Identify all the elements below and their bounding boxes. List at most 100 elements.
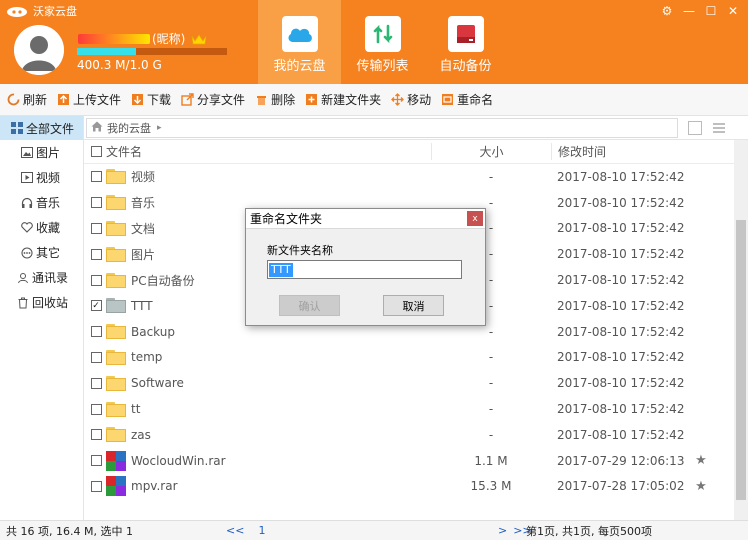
rename-label: 重命名 [457, 93, 494, 107]
row-checkbox[interactable] [90, 429, 102, 441]
row-checkbox[interactable] [90, 377, 102, 389]
file-name-cell[interactable]: WocloudWin.rar [104, 450, 431, 471]
row-checkbox[interactable] [90, 455, 102, 467]
file-name-cell[interactable]: Backup [104, 324, 431, 340]
dialog-close-button[interactable]: x [467, 211, 483, 226]
file-name-cell[interactable]: Software [104, 375, 431, 391]
table-row[interactable]: tt - 2017-08-10 17:52:42 [84, 396, 734, 422]
row-checkbox[interactable] [90, 171, 102, 183]
row-checkbox[interactable]: ✓ [90, 300, 102, 312]
file-size: - [488, 376, 494, 391]
row-checkbox[interactable] [90, 480, 102, 492]
sidebar-item-label: 音乐 [36, 196, 61, 210]
file-name-cell[interactable]: zas [104, 427, 431, 443]
tab-transfer-list[interactable]: 传输列表 [341, 0, 424, 84]
sidebar-item-favorites[interactable]: 收藏 [0, 215, 83, 240]
file-date: 2017-08-10 17:52:42 [557, 350, 685, 365]
refresh-button[interactable]: 刷新 [6, 89, 47, 111]
sidebar-item-videos[interactable]: 视频 [0, 165, 83, 190]
settings-icon[interactable]: ⚙ [656, 2, 678, 20]
list-view-icon[interactable] [712, 121, 726, 135]
folder-name-value[interactable]: TTT [269, 262, 293, 277]
file-name-cell[interactable]: 视频 [104, 168, 431, 185]
sidebar-item-all-files[interactable]: 全部文件 [0, 116, 83, 140]
file-list: 文件名 大小 修改时间 视频 - 2017-08-10 17:52:42 音乐 - 201… [84, 140, 734, 520]
file-date: 2017-08-10 17:52:42 [557, 273, 685, 288]
upload-button[interactable]: 上传文件 [56, 89, 121, 111]
table-row[interactable]: zas - 2017-08-10 17:52:42 [84, 422, 734, 448]
minimize-button[interactable]: — [678, 2, 700, 20]
headphones-icon [20, 196, 33, 209]
breadcrumb-arrow-icon[interactable]: ▸ [157, 123, 162, 133]
video-icon [20, 171, 33, 184]
download-button[interactable]: 下载 [130, 89, 171, 111]
column-header-date[interactable]: 修改时间 [551, 143, 681, 160]
file-name-cell[interactable]: temp [104, 349, 431, 365]
file-size: 1.1 M [474, 453, 508, 468]
avatar[interactable] [14, 25, 64, 75]
file-name-cell[interactable]: mpv.rar [104, 476, 431, 497]
row-checkbox[interactable] [90, 326, 102, 338]
new-folder-button[interactable]: 新建文件夹 [304, 89, 381, 111]
page-number[interactable]: 1 [258, 524, 265, 537]
maximize-button[interactable]: ☐ [700, 2, 722, 20]
star-icon[interactable]: ★ [691, 453, 711, 468]
quota-fill [77, 48, 136, 55]
next-page-button[interactable]: > [498, 524, 507, 537]
row-checkbox[interactable] [90, 274, 102, 286]
sidebar-item-recycle-bin[interactable]: 回收站 [0, 290, 83, 315]
home-icon[interactable] [91, 121, 103, 135]
delete-button[interactable]: 删除 [254, 89, 295, 111]
confirm-button[interactable]: 确认 [279, 295, 340, 316]
scrollbar-thumb[interactable] [736, 220, 746, 500]
folder-name-input[interactable]: TTT [267, 260, 462, 279]
sidebar-item-music[interactable]: 音乐 [0, 190, 83, 215]
move-button[interactable]: 移动 [390, 89, 431, 111]
table-row[interactable]: Software - 2017-08-10 17:52:42 [84, 370, 734, 396]
file-name: 文档 [131, 221, 156, 236]
vertical-scrollbar[interactable] [734, 140, 748, 520]
status-summary: 共 16 项, 16.4 M, 选中 1 [6, 524, 133, 538]
dialog-titlebar: 重命名文件夹 x [246, 209, 485, 228]
table-row[interactable]: 视频 - 2017-08-10 17:52:42 [84, 164, 734, 190]
sidebar-item-pictures[interactable]: 图片 [0, 140, 83, 165]
row-checkbox[interactable] [90, 403, 102, 415]
file-name: mpv.rar [131, 479, 178, 494]
thumbnail-view-icon[interactable] [688, 121, 702, 135]
close-button[interactable]: ✕ [722, 2, 744, 20]
list-header: 文件名 大小 修改时间 [84, 140, 734, 164]
table-row[interactable]: temp - 2017-08-10 17:52:42 [84, 345, 734, 371]
first-page-button[interactable]: << [226, 524, 244, 537]
breadcrumb-root[interactable]: 我的云盘 [107, 120, 151, 136]
table-row[interactable]: WocloudWin.rar 1.1 M 2017-07-29 12:06:13 ★ [84, 448, 734, 474]
row-checkbox[interactable] [90, 248, 102, 260]
file-date: 2017-08-10 17:52:42 [557, 221, 685, 236]
sidebar-item-contacts[interactable]: 通讯录 [0, 265, 83, 290]
tab-auto-backup[interactable]: 自动备份 [424, 0, 507, 84]
row-checkbox[interactable] [90, 197, 102, 209]
rename-dialog: 重命名文件夹 x 新文件夹名称 TTT 确认 取消 [245, 208, 486, 326]
breadcrumb[interactable]: 我的云盘 ▸ [86, 118, 678, 138]
tab-my-cloud[interactable]: 我的云盘 [258, 0, 341, 84]
folder-icon [106, 401, 126, 417]
select-all-checkbox[interactable] [90, 146, 102, 157]
file-name: 音乐 [131, 196, 156, 211]
row-checkbox[interactable] [90, 351, 102, 363]
others-icon [20, 246, 33, 259]
column-header-name[interactable]: 文件名 [104, 143, 431, 160]
recycle-bin-icon [16, 296, 29, 309]
file-size: - [488, 427, 494, 442]
sidebar-item-others[interactable]: 其它 [0, 240, 83, 265]
file-name-cell[interactable]: tt [104, 401, 431, 417]
tab-auto-backup-label: 自动备份 [439, 59, 492, 74]
file-name: PC自动备份 [131, 273, 195, 288]
row-checkbox[interactable] [90, 222, 102, 234]
file-date: 2017-08-10 17:52:42 [557, 402, 685, 417]
sidebar-item-label: 视频 [36, 171, 61, 185]
column-header-size[interactable]: 大小 [431, 143, 551, 160]
star-icon[interactable]: ★ [691, 479, 711, 494]
share-button[interactable]: 分享文件 [180, 89, 245, 111]
cancel-button[interactable]: 取消 [383, 295, 444, 316]
table-row[interactable]: mpv.rar 15.3 M 2017-07-28 17:05:02 ★ [84, 474, 734, 500]
rename-button[interactable]: 重命名 [440, 89, 493, 111]
